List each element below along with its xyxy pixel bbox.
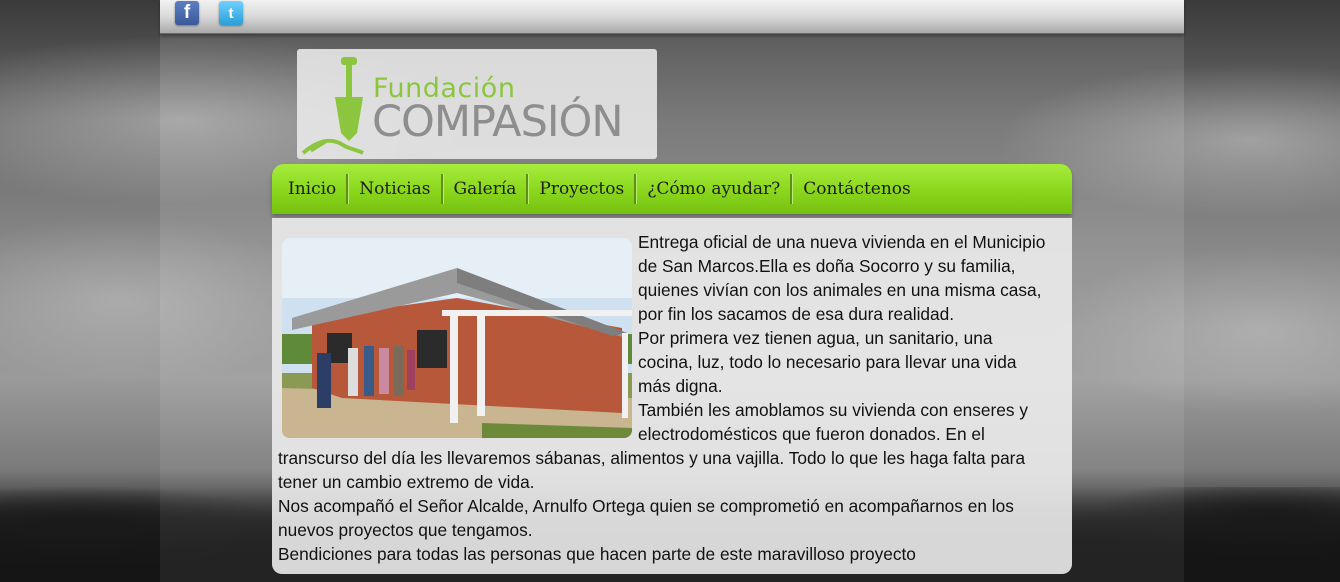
nav-item-contactenos[interactable]: Contáctenos — [793, 174, 920, 204]
nav-item-inicio[interactable]: Inicio — [278, 174, 346, 204]
shovel-icon — [301, 57, 364, 155]
twitter-icon[interactable]: t — [219, 1, 243, 25]
house-photo — [282, 238, 632, 438]
main-nav: Inicio Noticias Galería Proyectos ¿Cómo … — [272, 164, 1072, 214]
facebook-icon[interactable]: f — [175, 1, 199, 25]
article-paragraph: Bendiciones para todas las personas que … — [278, 544, 916, 564]
logo-text-compasion: COMPASIÓN — [372, 97, 624, 147]
top-bar — [160, 0, 1184, 34]
nav-item-proyectos[interactable]: Proyectos — [529, 174, 634, 204]
nav-item-galeria[interactable]: Galería — [444, 174, 527, 204]
nav-item-como-ayudar[interactable]: ¿Cómo ayudar? — [637, 174, 790, 204]
article-paragraph: Nos acompañó el Señor Alcalde, Arnulfo O… — [278, 496, 1014, 540]
nav-item-noticias[interactable]: Noticias — [349, 174, 440, 204]
article-content: Entrega oficial de una nueva vivienda en… — [272, 218, 1072, 574]
site-logo[interactable]: Fundación COMPASIÓN — [297, 49, 657, 159]
